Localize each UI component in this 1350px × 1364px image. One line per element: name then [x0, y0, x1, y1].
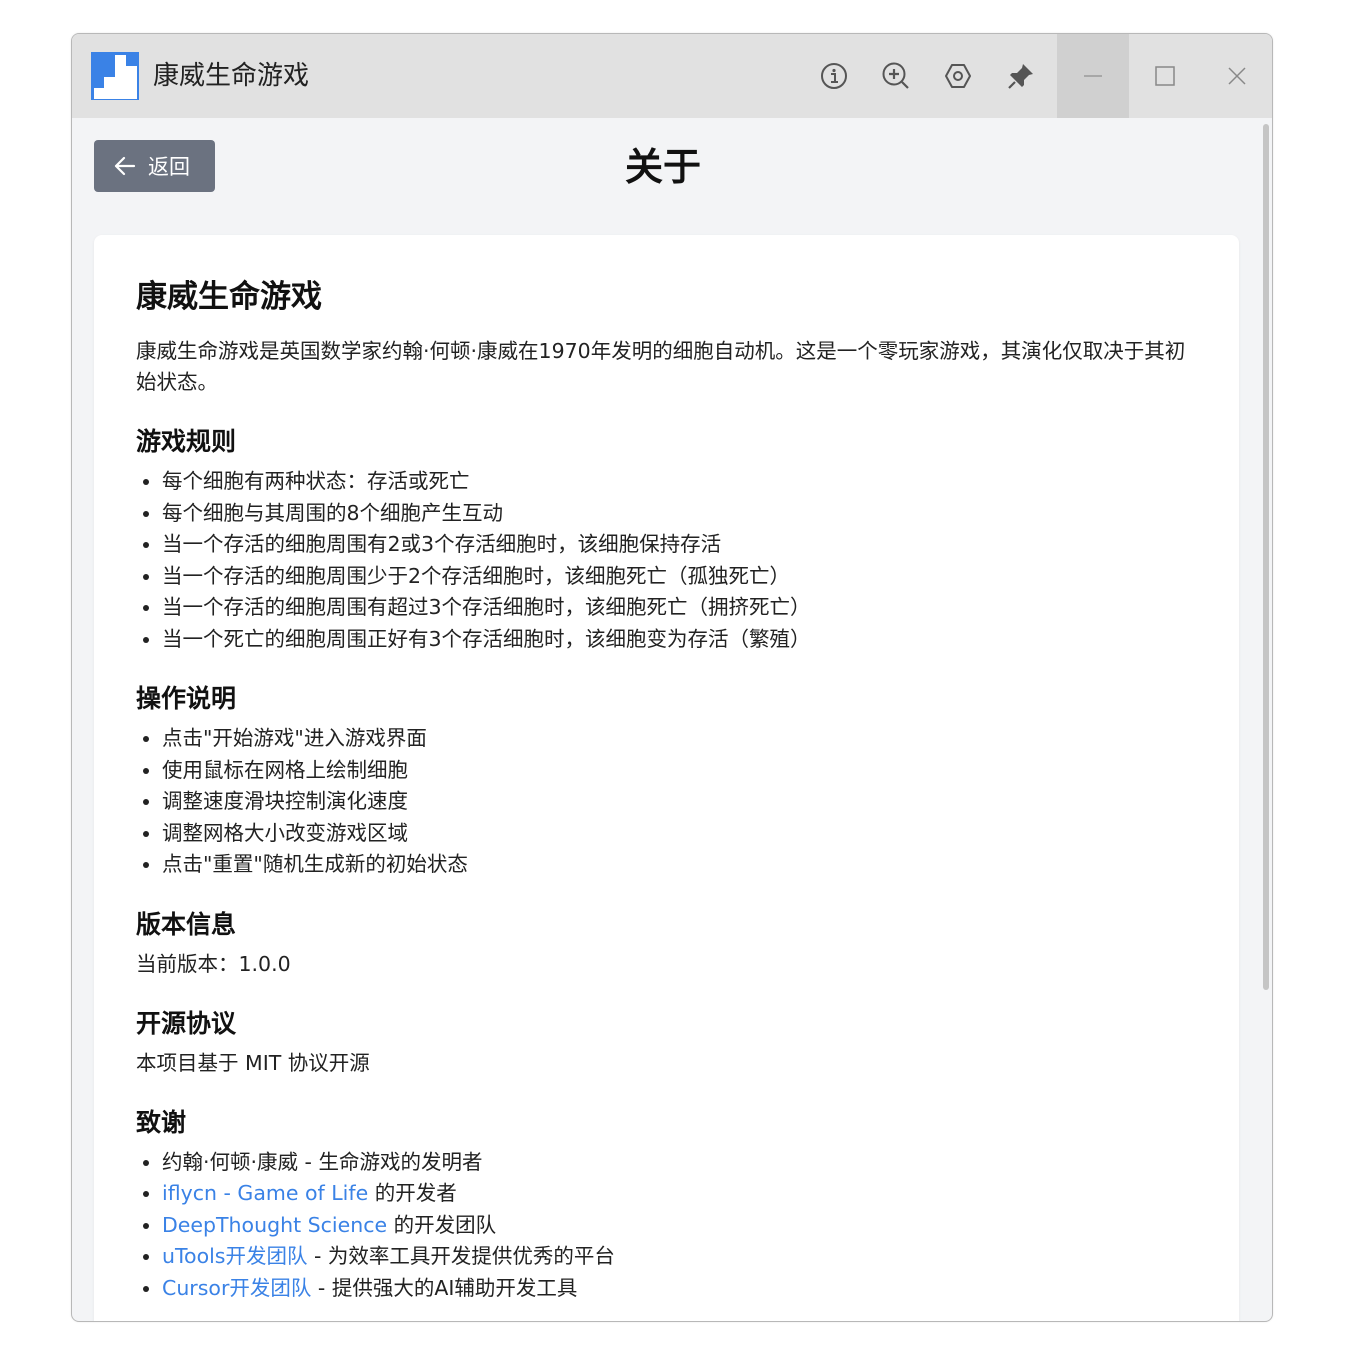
scrollbar[interactable] [1263, 124, 1269, 990]
usage-heading: 操作说明 [136, 684, 237, 713]
list-item: 当一个死亡的细胞周围正好有3个存活细胞时，该细胞变为存活（繁殖） [162, 624, 1196, 656]
list-item: uTools开发团队 - 为效率工具开发提供优秀的平台 [162, 1241, 1196, 1273]
thanks-link-deepthought[interactable]: DeepThought Science [162, 1213, 387, 1237]
version-text: 当前版本：1.0.0 [136, 951, 291, 976]
thanks-heading: 致谢 [136, 1107, 187, 1137]
app-window: 康威生命游戏 返回 关于 康威生命游戏 康威生命游戏是英国数学家约翰·何顿·康威… [71, 33, 1273, 1322]
list-item: 当一个存活的细胞周围少于2个存活细胞时，该细胞死亡（孤独死亡） [162, 561, 1196, 593]
close-icon[interactable] [1201, 34, 1272, 118]
list-item: 当一个存活的细胞周围有超过3个存活细胞时，该细胞死亡（拥挤死亡） [162, 592, 1196, 624]
usage-list: 点击"开始游戏"进入游戏界面 使用鼠标在网格上绘制细胞 调整速度滑块控制演化速度… [136, 723, 1196, 881]
page-title: 关于 [624, 145, 701, 189]
info-icon[interactable] [812, 34, 856, 118]
list-item: 点击"重置"随机生成新的初始状态 [162, 849, 1196, 881]
list-item: DeepThought Science 的开发团队 [162, 1210, 1196, 1242]
list-item: Cursor开发团队 - 提供强大的AI辅助开发工具 [162, 1273, 1196, 1305]
list-item: 调整网格大小改变游戏区域 [162, 818, 1196, 850]
rules-heading: 游戏规则 [136, 427, 237, 456]
settings-icon[interactable] [936, 34, 980, 118]
about-intro: 康威生命游戏是英国数学家约翰·何顿·康威在1970年发明的细胞自动机。这是一个零… [136, 339, 1186, 394]
thanks-link-iflycn[interactable]: iflycn - Game of Life [162, 1181, 368, 1205]
thanks-text: 的开发团队 [387, 1212, 497, 1237]
list-item: 每个细胞与其周围的8个细胞产生互动 [162, 498, 1196, 530]
license-heading: 开源协议 [136, 1008, 237, 1038]
pin-icon[interactable] [999, 34, 1043, 118]
list-item: iflycn - Game of Life 的开发者 [162, 1178, 1196, 1210]
list-item: 约翰·何顿·康威 - 生命游戏的发明者 [162, 1147, 1196, 1179]
minimize-icon[interactable] [1057, 34, 1129, 118]
title-bar[interactable]: 康威生命游戏 [72, 34, 1272, 118]
thanks-list: 约翰·何顿·康威 - 生命游戏的发明者 iflycn - Game of Lif… [136, 1147, 1196, 1305]
main-content: 返回 关于 康威生命游戏 康威生命游戏是英国数学家约翰·何顿·康威在1970年发… [72, 118, 1272, 1321]
thanks-link-cursor[interactable]: Cursor开发团队 [162, 1276, 311, 1300]
list-item: 每个细胞有两种状态：存活或死亡 [162, 466, 1196, 498]
list-item: 点击"开始游戏"进入游戏界面 [162, 723, 1196, 755]
rules-list: 每个细胞有两种状态：存活或死亡 每个细胞与其周围的8个细胞产生互动 当一个存活的… [136, 466, 1196, 655]
list-item: 调整速度滑块控制演化速度 [162, 786, 1196, 818]
about-title: 康威生命游戏 [136, 279, 322, 315]
maximize-icon[interactable] [1129, 34, 1201, 118]
zoom-in-icon[interactable] [874, 34, 918, 118]
thanks-text: - 为效率工具开发提供优秀的平台 [307, 1244, 615, 1268]
about-card: 康威生命游戏 康威生命游戏是英国数学家约翰·何顿·康威在1970年发明的细胞自动… [94, 235, 1239, 1321]
thanks-link-utools[interactable]: uTools开发团队 [162, 1244, 308, 1268]
version-heading: 版本信息 [136, 909, 237, 939]
thanks-text: - 提供强大的AI辅助开发工具 [311, 1275, 578, 1300]
license-text: 本项目基于 MIT 协议开源 [136, 1050, 370, 1075]
app-title: 康威生命游戏 [153, 61, 310, 91]
thanks-text: 的开发者 [368, 1181, 457, 1205]
list-item: 使用鼠标在网格上绘制细胞 [162, 755, 1196, 787]
list-item: 当一个存活的细胞周围有2或3个存活细胞时，该细胞保持存活 [162, 529, 1196, 561]
app-logo-icon [91, 52, 139, 100]
